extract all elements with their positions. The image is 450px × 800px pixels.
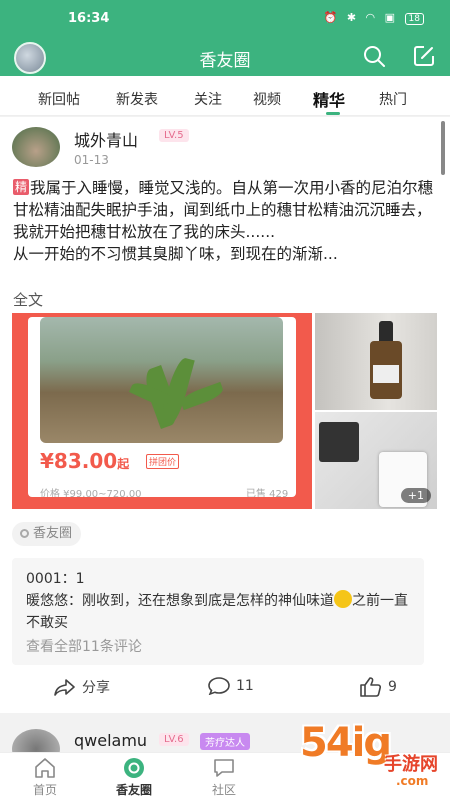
post-author-name[interactable]: qwelamu <box>74 731 147 750</box>
tab-indicator <box>326 112 340 115</box>
post-content[interactable]: 精我属于入睡慢，睡觉又浅的。自从第一次用小香的尼泊尔穗甘松精油配失眠护手油，闻到… <box>13 177 439 265</box>
comment-preview[interactable]: 0001：1 暖悠悠：刚收到，还在想象到底是怎样的神仙味道 之前一直不敢买 查看全… <box>12 558 424 665</box>
status-icons: ⏰ ✱ ◠ ▣ 18 <box>324 11 424 25</box>
status-time: 16:34 <box>68 11 110 26</box>
app-bar: 香友圈 <box>0 38 450 76</box>
battery-icon: 18 <box>404 13 424 25</box>
wifi-icon: ◠ <box>365 11 379 24</box>
post-body-continued: 从一开始的不习惯其臭脚丫味，到现在的渐渐... <box>13 245 338 263</box>
post-image-device[interactable]: +1 <box>315 412 437 509</box>
tab-featured[interactable]: 精华 <box>313 87 345 111</box>
featured-tag: 精 <box>13 179 30 195</box>
tab-hot[interactable]: 热门 <box>379 89 407 109</box>
emoji-icon <box>334 590 352 608</box>
nav-home[interactable]: 首页 <box>15 757 75 798</box>
product-card: ¥83.00起 拼团价 价格 ¥99.00~720.00 已售 429 <box>28 317 296 497</box>
comment-icon <box>208 677 230 695</box>
scrollbar[interactable] <box>441 121 445 175</box>
tab-new-replies[interactable]: 新回帖 <box>38 89 80 109</box>
home-icon <box>35 758 55 778</box>
hd-icon: ▣ <box>384 11 399 24</box>
alarm-icon: ⏰ <box>323 11 341 24</box>
share-icon <box>54 679 75 696</box>
plant-photo <box>40 317 283 443</box>
view-all-comments-link[interactable]: 查看全部11条评论 <box>26 636 410 658</box>
site-watermark: 54ig 手游网 .com <box>300 720 438 788</box>
status-bar: 16:34 ⏰ ✱ ◠ ▣ 18 <box>0 0 450 38</box>
aromatherapy-badge: 芳疗达人 <box>200 733 250 750</box>
group-price-tag: 拼团价 <box>146 454 180 469</box>
comment-button[interactable]: 11 <box>208 677 254 695</box>
nav-community[interactable]: 社区 <box>194 757 254 798</box>
circle-icon <box>124 758 144 778</box>
bluetooth-icon: ✱ <box>346 11 360 24</box>
feed-tabs: 新回帖 新发表 关注 视频 精华 热门 <box>0 76 450 116</box>
like-button[interactable]: 9 <box>360 677 397 697</box>
post-author-name[interactable]: 城外青山 <box>74 127 138 151</box>
more-images-badge: +1 <box>400 488 431 503</box>
tab-video[interactable]: 视频 <box>253 89 281 109</box>
post-body: 我属于入睡慢，睡觉又浅的。自从第一次用小香的尼泊尔穗甘松精油配失眠护手油，闻到纸… <box>13 179 434 241</box>
thumbs-up-icon <box>360 677 382 697</box>
level-badge: LV.5 <box>159 129 189 142</box>
post-author-avatar[interactable] <box>12 127 60 167</box>
post-date: 01-13 <box>74 153 109 167</box>
tab-following[interactable]: 关注 <box>194 89 222 109</box>
topic-icon <box>20 529 29 538</box>
search-icon[interactable] <box>362 44 386 68</box>
nav-circle[interactable]: 香友圈 <box>104 757 164 798</box>
topic-chip[interactable]: 香友圈 <box>12 522 82 546</box>
community-icon <box>214 759 234 777</box>
post-actions: 分享 11 9 <box>0 675 450 701</box>
full-text-link[interactable]: 全文 <box>13 289 43 310</box>
post-image-bottle[interactable] <box>315 313 437 410</box>
sold-count: 已售 429 <box>246 489 289 497</box>
feed: 城外青山 LV.5 01-13 精我属于入睡慢，睡觉又浅的。自从第一次用小香的尼… <box>0 117 450 769</box>
original-price: 价格 ¥99.00~720.00 <box>40 489 142 497</box>
share-button[interactable]: 分享 <box>54 677 110 697</box>
comment-item: 暖悠悠：刚收到，还在想象到底是怎样的神仙味道 之前一直不敢买 <box>26 590 410 634</box>
post-image-product[interactable]: ¥83.00起 拼团价 价格 ¥99.00~720.00 已售 429 <box>12 313 312 509</box>
product-price: ¥83.00起 <box>40 449 130 473</box>
comment-item: 0001：1 <box>26 571 85 587</box>
level-badge: LV.6 <box>159 733 189 746</box>
edit-icon[interactable] <box>412 44 436 68</box>
tab-new-posts[interactable]: 新发表 <box>116 89 158 109</box>
